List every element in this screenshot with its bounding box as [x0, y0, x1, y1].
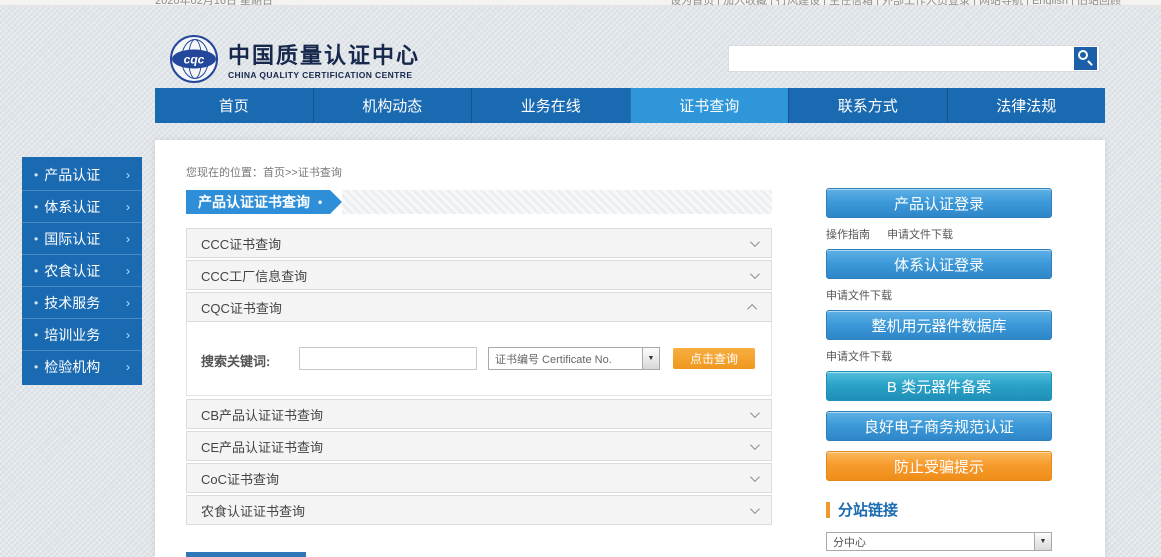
query-submit-button[interactable]: 点击查询 [673, 348, 755, 369]
header-search-button[interactable] [1074, 47, 1097, 70]
chevron-down-icon [750, 504, 760, 514]
keyword-input[interactable] [299, 347, 477, 370]
chevron-right-icon: › [126, 328, 130, 342]
subsite-select[interactable]: 分中心 ▼ [826, 532, 1052, 551]
banner-hatch-strip [342, 190, 772, 214]
chevron-down-icon [750, 269, 760, 279]
nav-item-certificate-query[interactable]: 证书查询 [630, 88, 789, 123]
content-panel: 您现在的位置：首页>>证书查询 产品认证证书查询 • CCC证书查询 CCC工厂… [155, 140, 1105, 557]
top-links[interactable]: 设为首页 | 加入收藏 | 行风建设 | 主任信箱 | 外部工作人员登录 | 网… [670, 0, 1121, 6]
ecommerce-cert-button[interactable]: 良好电子商务规范认证 [826, 411, 1052, 441]
chevron-right-icon: › [126, 360, 130, 374]
sidebar-item-training[interactable]: • 培训业务 › [22, 319, 142, 351]
nav-item-home[interactable]: 首页 [155, 88, 313, 123]
chevron-right-icon: › [126, 296, 130, 310]
accordion-cb-certificate[interactable]: CB产品认证证书查询 [186, 399, 772, 429]
query-accordion: CCC证书查询 CCC工厂信息查询 CQC证书查询 搜索关键词: 证书编号 Ce… [186, 228, 772, 527]
top-utility-bar: 2020年02月16日 星期日 设为首页 | 加入收藏 | 行风建设 | 主任信… [0, 0, 1161, 6]
section-banner: 产品认证证书查询 • [186, 190, 772, 214]
breadcrumb: 您现在的位置：首页>>证书查询 [186, 164, 342, 180]
chevron-down-icon [750, 440, 760, 450]
chevron-down-icon [750, 472, 760, 482]
bullet-icon: • [34, 264, 38, 278]
class-b-component-button[interactable]: B 类元器件备案 [826, 371, 1052, 401]
application-files-link[interactable]: 申请文件下载 [887, 229, 953, 241]
chevron-right-icon: › [126, 200, 130, 214]
chevron-right-icon: › [126, 232, 130, 246]
system-cert-login-button[interactable]: 体系认证登录 [826, 249, 1052, 279]
select-arrow-icon: ▼ [642, 348, 659, 369]
bullet-icon: • [34, 232, 38, 246]
component-database-button[interactable]: 整机用元器件数据库 [826, 310, 1052, 340]
bullet-icon: • [34, 296, 38, 310]
bullet-icon: • [34, 360, 38, 374]
component-db-links: 申请文件下载 [826, 348, 1052, 364]
accordion-agrifood-certificate[interactable]: 农食认证证书查询 [186, 495, 772, 525]
anti-fraud-button[interactable]: 防止受骗提示 [826, 451, 1052, 481]
nav-item-laws[interactable]: 法律法规 [947, 88, 1106, 123]
page-title: 产品认证证书查询 [198, 192, 310, 212]
nav-item-news[interactable]: 机构动态 [313, 88, 472, 123]
header-search [728, 45, 1100, 72]
accordion-ce-certificate[interactable]: CE产品认证证书查询 [186, 431, 772, 461]
chevron-right-icon: › [126, 264, 130, 278]
accordion-ccc-factory[interactable]: CCC工厂信息查询 [186, 260, 772, 290]
accordion-ccc-certificate[interactable]: CCC证书查询 [186, 228, 772, 258]
site-title: 中国质量认证中心 [228, 38, 420, 70]
bullet-icon: • [34, 168, 38, 182]
nav-item-contact[interactable]: 联系方式 [788, 88, 947, 123]
search-icon [1078, 50, 1088, 60]
site-subtitle: CHINA QUALITY CERTIFICATION CENTRE [228, 70, 420, 80]
cqc-globe-icon: cqc [170, 35, 218, 83]
sidebar-item-tech-service[interactable]: • 技术服务 › [22, 287, 142, 319]
select-arrow-icon: ▼ [1034, 533, 1051, 550]
chevron-right-icon: › [126, 168, 130, 182]
right-panel: 产品认证登录 操作指南 申请文件下载 体系认证登录 申请文件下载 整机用元器件数… [826, 188, 1052, 557]
sidebar-item-agrifood-cert[interactable]: • 农食认证 › [22, 255, 142, 287]
chevron-down-icon [750, 408, 760, 418]
subsite-links-header: 分站链接 [826, 499, 1052, 520]
main-nav: 首页 机构动态 业务在线 证书查询 联系方式 法律法规 [155, 88, 1105, 123]
orange-bar-icon [826, 502, 830, 518]
product-login-links: 操作指南 申请文件下载 [826, 226, 1052, 242]
next-section-banner-clipped [186, 552, 306, 557]
chevron-down-icon [750, 237, 760, 247]
search-type-select[interactable]: 证书编号 Certificate No. ▼ [488, 347, 660, 370]
cqc-search-form: 搜索关键词: 证书编号 Certificate No. ▼ 点击查询 [186, 322, 772, 396]
sidebar-item-international-cert[interactable]: • 国际认证 › [22, 223, 142, 255]
bullet-icon: • [34, 200, 38, 214]
banner-dot-icon: • [318, 195, 322, 209]
operation-guide-link[interactable]: 操作指南 [826, 229, 870, 241]
nav-item-online-business[interactable]: 业务在线 [471, 88, 630, 123]
left-sidebar: • 产品认证 › • 体系认证 › • 国际认证 › • 农食认证 › • 技术… [22, 157, 142, 385]
accordion-cqc-certificate[interactable]: CQC证书查询 [186, 292, 772, 322]
accordion-coc-certificate[interactable]: CoC证书查询 [186, 463, 772, 493]
bullet-icon: • [34, 328, 38, 342]
current-date: 2020年02月16日 星期日 [155, 0, 273, 6]
sidebar-item-inspection[interactable]: • 检验机构 › [22, 351, 142, 383]
sidebar-item-product-cert[interactable]: • 产品认证 › [22, 159, 142, 191]
site-logo[interactable]: cqc 中国质量认证中心 CHINA QUALITY CERTIFICATION… [170, 33, 420, 85]
cqc-abbr: cqc [172, 50, 216, 69]
sidebar-item-system-cert[interactable]: • 体系认证 › [22, 191, 142, 223]
application-files-link[interactable]: 申请文件下载 [826, 290, 892, 302]
header-search-input[interactable] [729, 46, 1074, 71]
keyword-label: 搜索关键词: [201, 351, 270, 370]
product-cert-login-button[interactable]: 产品认证登录 [826, 188, 1052, 218]
application-files-link[interactable]: 申请文件下载 [826, 351, 892, 363]
system-login-links: 申请文件下载 [826, 287, 1052, 303]
